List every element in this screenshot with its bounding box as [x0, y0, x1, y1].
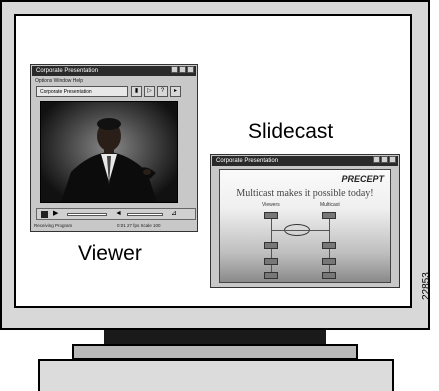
seek-slider[interactable] [67, 213, 107, 216]
video-frame [40, 101, 178, 203]
slide-content: PRECEPT Multicast makes it possible toda… [219, 169, 391, 283]
viewer-window: Corporate Presentation Options Window He… [30, 64, 198, 232]
viewer-menubar[interactable]: Options Window Help [35, 77, 83, 85]
diagram-node [322, 212, 336, 219]
slide-col-viewers: Viewers [262, 202, 280, 208]
playback-controls: ▶ ◄ ⊿ [36, 208, 196, 220]
presenter-image [61, 118, 157, 202]
monitor-neck [104, 330, 326, 344]
slidecast-label: Slidecast [248, 120, 334, 143]
maximize-icon[interactable] [179, 66, 186, 73]
volume-slider[interactable] [127, 213, 163, 216]
toolbar-button-2[interactable]: ▷ [144, 86, 155, 97]
speaker-icon[interactable]: ⊿ [171, 210, 177, 218]
viewer-status-right: 0:01 27 fps Scale 100 [117, 222, 195, 230]
play-icon[interactable]: ▶ [53, 210, 58, 218]
viewer-label: Viewer [78, 242, 142, 265]
slide-logo: PRECEPT [341, 174, 384, 184]
diagram-node [322, 258, 336, 265]
status-left-text: Receiving Program [34, 223, 73, 228]
status-right-text: 0:01 27 fps Scale 100 [117, 223, 161, 228]
figure-number: 22853 [421, 272, 432, 300]
diagram-line [271, 230, 329, 231]
slide-col-multicast: Multicast [320, 202, 340, 208]
toolbar-button-1[interactable]: ▮ [131, 86, 142, 97]
close-icon[interactable] [187, 66, 194, 73]
slide-headline: Multicast makes it possible today! [236, 188, 374, 199]
slidecast-window: Corporate Presentation PRECEPT Multicast… [210, 154, 400, 288]
monitor-base [38, 359, 394, 391]
toolbar-button-3[interactable]: ? [157, 86, 168, 97]
monitor-stand [72, 344, 358, 360]
diagram-node [264, 212, 278, 219]
diagram-node [322, 272, 336, 279]
slidecast-titlebar: Corporate Presentation [212, 156, 398, 166]
close-icon[interactable] [389, 156, 396, 163]
diagram-node [322, 242, 336, 249]
maximize-icon[interactable] [381, 156, 388, 163]
volume-icon[interactable]: ◄ [115, 210, 122, 218]
minimize-icon[interactable] [171, 66, 178, 73]
program-select[interactable]: Corporate Presentation [36, 86, 128, 97]
diagram-node [264, 258, 278, 265]
toolbar-button-4[interactable]: ▸ [170, 86, 181, 97]
minimize-icon[interactable] [373, 156, 380, 163]
stop-icon[interactable] [41, 211, 48, 218]
diagram-node [264, 242, 278, 249]
diagram-node [264, 272, 278, 279]
